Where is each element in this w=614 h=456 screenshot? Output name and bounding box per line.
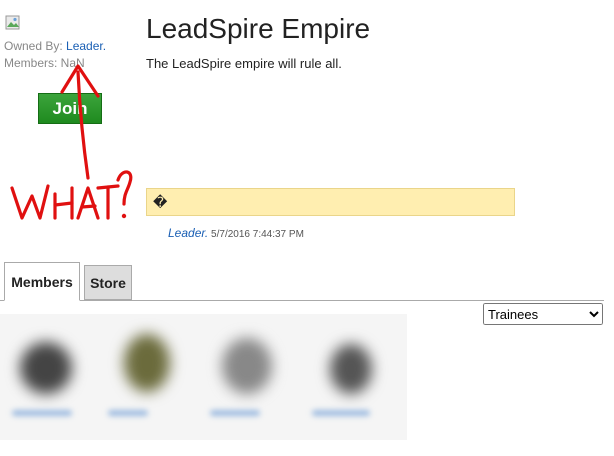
member-name[interactable] <box>12 410 72 416</box>
member-avatar[interactable] <box>20 342 72 394</box>
member-avatar[interactable] <box>222 338 272 394</box>
tab-store[interactable]: Store <box>84 265 132 300</box>
tab-members[interactable]: Members <box>4 262 80 301</box>
member-avatar[interactable] <box>330 344 372 394</box>
member-name[interactable] <box>312 410 370 416</box>
member-name[interactable] <box>108 410 148 416</box>
rank-select[interactable]: Trainees <box>483 303 603 325</box>
members-list <box>0 314 407 440</box>
tabs-divider <box>0 300 604 301</box>
member-name[interactable] <box>210 410 260 416</box>
member-avatar[interactable] <box>124 334 170 392</box>
